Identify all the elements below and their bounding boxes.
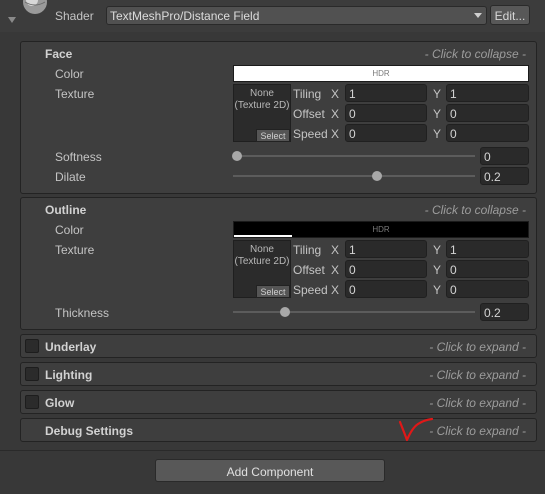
outline-offset-y-label: Y [433, 263, 442, 277]
face-section: Face - Click to collapse - Color HDR Tex… [20, 41, 537, 194]
debug-settings-section[interactable]: Debug Settings - Click to expand - [20, 418, 537, 442]
underlay-title[interactable]: Underlay [45, 341, 96, 353]
debug-expand-hint[interactable]: - Click to expand - [429, 425, 526, 437]
underlay-expand-hint[interactable]: - Click to expand - [429, 341, 526, 353]
add-component-button[interactable]: Add Component [155, 459, 385, 482]
thickness-field[interactable]: 0.2 [480, 303, 529, 321]
dilate-field[interactable]: 0.2 [480, 167, 529, 185]
face-tiling-y-field[interactable]: 1 [446, 84, 529, 102]
face-tiling-x-label: X [331, 87, 340, 101]
glow-checkbox[interactable] [25, 395, 39, 409]
face-tiling-x-field[interactable]: 1 [345, 84, 427, 102]
glow-title[interactable]: Glow [45, 397, 74, 409]
checkmark-scribble-icon [398, 417, 434, 442]
shader-header: Shader TextMeshPro/Distance Field Edit..… [0, 0, 545, 32]
face-speed-y-field[interactable]: 0 [446, 124, 529, 142]
face-offset-x-field[interactable]: 0 [345, 104, 427, 122]
softness-label: Softness [55, 150, 102, 164]
shader-value: TextMeshPro/Distance Field [110, 9, 260, 23]
outline-offset-y-field[interactable]: 0 [446, 260, 529, 278]
outline-offset-label: Offset [293, 263, 325, 277]
face-texture-label: Texture [55, 87, 95, 101]
face-offset-y-field[interactable]: 0 [446, 104, 529, 122]
shader-label: Shader [55, 9, 94, 23]
outline-tiling-y-label: Y [433, 243, 442, 257]
outline-texture-label: Texture [55, 243, 95, 257]
face-texture-none: None (Texture 2D) [234, 88, 290, 111]
footer-divider [0, 450, 545, 451]
face-texture-select-button[interactable]: Select [256, 129, 290, 142]
face-speed-x-label: X [331, 127, 340, 141]
face-speed-y-label: Y [433, 127, 442, 141]
softness-slider-track[interactable] [233, 155, 475, 157]
outline-title[interactable]: Outline [45, 204, 86, 216]
outline-speed-y-label: Y [433, 283, 442, 297]
face-texture-slot[interactable]: None (Texture 2D) Select [233, 84, 291, 142]
outline-tiling-x-field[interactable]: 1 [345, 240, 427, 258]
dilate-slider-track[interactable] [233, 175, 475, 177]
lighting-expand-hint[interactable]: - Click to expand - [429, 369, 526, 381]
thickness-label: Thickness [55, 306, 110, 320]
outline-speed-y-field[interactable]: 0 [446, 280, 529, 298]
dilate-slider-knob[interactable] [372, 171, 382, 181]
outline-collapse-hint[interactable]: - Click to collapse - [425, 204, 526, 216]
lighting-title[interactable]: Lighting [45, 369, 92, 381]
dilate-label: Dilate [55, 170, 86, 184]
outline-tiling-y-field[interactable]: 1 [446, 240, 529, 258]
face-color-label: Color [55, 67, 84, 81]
glow-section[interactable]: Glow - Click to expand - [20, 390, 537, 414]
face-offset-label: Offset [293, 107, 325, 121]
underlay-section[interactable]: Underlay - Click to expand - [20, 334, 537, 358]
softness-field[interactable]: 0 [480, 147, 529, 165]
outline-hdr-label: HDR [372, 225, 390, 234]
foldout-arrow-icon[interactable] [8, 17, 16, 23]
face-title[interactable]: Face [45, 48, 72, 60]
outline-color-field[interactable]: HDR [233, 221, 529, 238]
outline-offset-x-field[interactable]: 0 [345, 260, 427, 278]
face-hdr-label: HDR [372, 69, 390, 78]
outline-tiling-label: Tiling [293, 243, 322, 257]
underlay-checkbox[interactable] [25, 339, 39, 353]
face-speed-label: Speed [293, 127, 328, 141]
edit-shader-button[interactable]: Edit... [490, 5, 530, 25]
outline-speed-x-field[interactable]: 0 [345, 280, 427, 298]
lighting-checkbox[interactable] [25, 367, 39, 381]
softness-slider-knob[interactable] [232, 151, 242, 161]
outline-speed-x-label: X [331, 283, 340, 297]
thickness-slider-track[interactable] [233, 311, 475, 313]
face-tiling-y-label: Y [433, 87, 442, 101]
face-tiling-label: Tiling [293, 87, 322, 101]
glow-expand-hint[interactable]: - Click to expand - [429, 397, 526, 409]
face-collapse-hint[interactable]: - Click to collapse - [425, 48, 526, 60]
outline-alpha-bar [234, 235, 292, 237]
outline-offset-x-label: X [331, 263, 340, 277]
face-color-field[interactable]: HDR [233, 65, 529, 82]
shader-dropdown[interactable]: TextMeshPro/Distance Field [106, 6, 487, 25]
lighting-section[interactable]: Lighting - Click to expand - [20, 362, 537, 386]
debug-settings-title[interactable]: Debug Settings [45, 425, 133, 437]
outline-texture-select-button[interactable]: Select [256, 285, 290, 298]
face-speed-x-field[interactable]: 0 [345, 124, 427, 142]
outline-section: Outline - Click to collapse - Color HDR … [20, 197, 537, 330]
face-offset-y-label: Y [433, 107, 442, 121]
chevron-down-icon [474, 13, 482, 18]
thickness-slider-knob[interactable] [280, 307, 290, 317]
outline-speed-label: Speed [293, 283, 328, 297]
outline-tiling-x-label: X [331, 243, 340, 257]
face-offset-x-label: X [331, 107, 340, 121]
outline-texture-none: None (Texture 2D) [234, 244, 290, 267]
outline-color-label: Color [55, 223, 84, 237]
outline-texture-slot[interactable]: None (Texture 2D) Select [233, 240, 291, 298]
shader-sphere-icon [23, 0, 47, 14]
